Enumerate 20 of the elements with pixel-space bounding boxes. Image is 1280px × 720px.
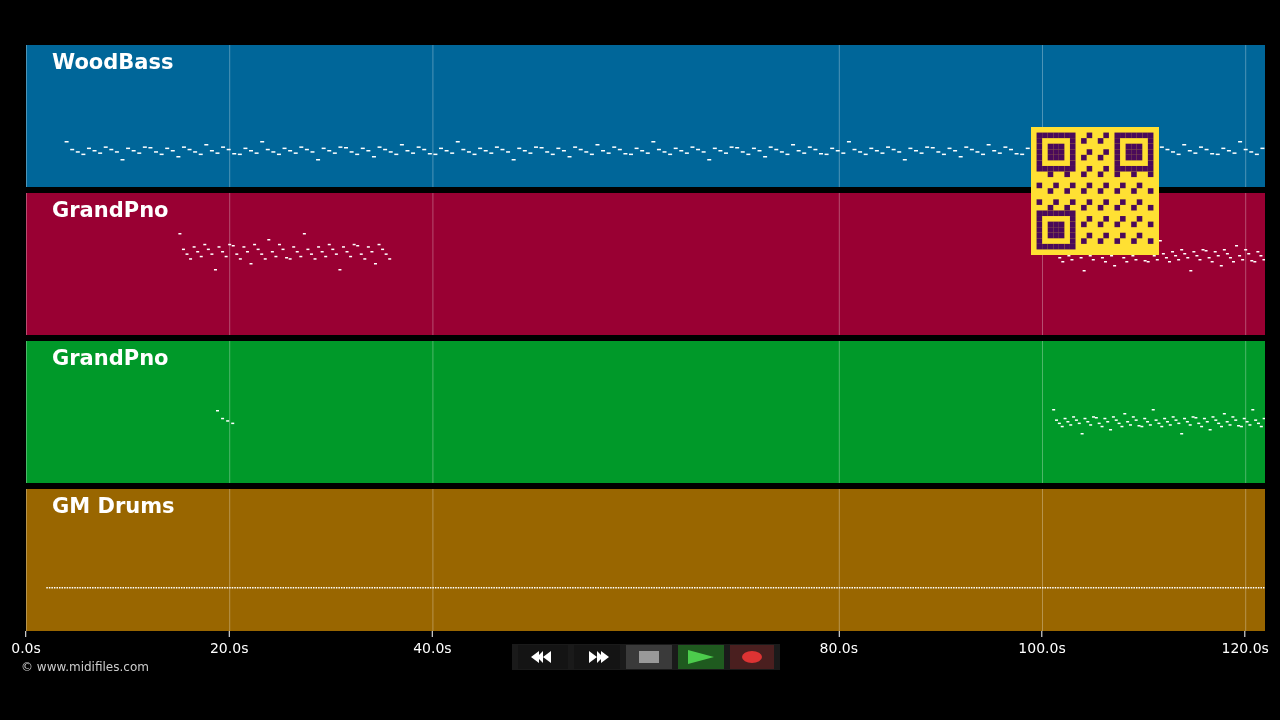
- track-name: WoodBass: [52, 49, 174, 76]
- qr-code-icon: [1031, 127, 1159, 255]
- time-label: 80.0s: [819, 639, 859, 657]
- time-label: 0.0s: [11, 639, 41, 657]
- record-button[interactable]: [730, 645, 774, 669]
- track-name: GrandPno: [52, 345, 169, 372]
- time-label: 40.0s: [413, 639, 452, 657]
- play-icon: [688, 650, 714, 664]
- fast-forward-button[interactable]: [574, 645, 620, 669]
- stop-button[interactable]: [626, 645, 672, 669]
- time-label: 100.0s: [1018, 639, 1066, 657]
- track-name: GrandPno: [52, 197, 169, 224]
- record-icon: [742, 651, 762, 663]
- time-label: 20.0s: [209, 639, 249, 657]
- track-name: GM Drums: [52, 493, 175, 520]
- time-label: 120.0s: [1221, 639, 1269, 657]
- play-button[interactable]: [678, 645, 724, 669]
- credit-text: © www.midifiles.com: [21, 659, 149, 676]
- stop-icon: [639, 651, 659, 663]
- rewind-button[interactable]: [518, 645, 568, 669]
